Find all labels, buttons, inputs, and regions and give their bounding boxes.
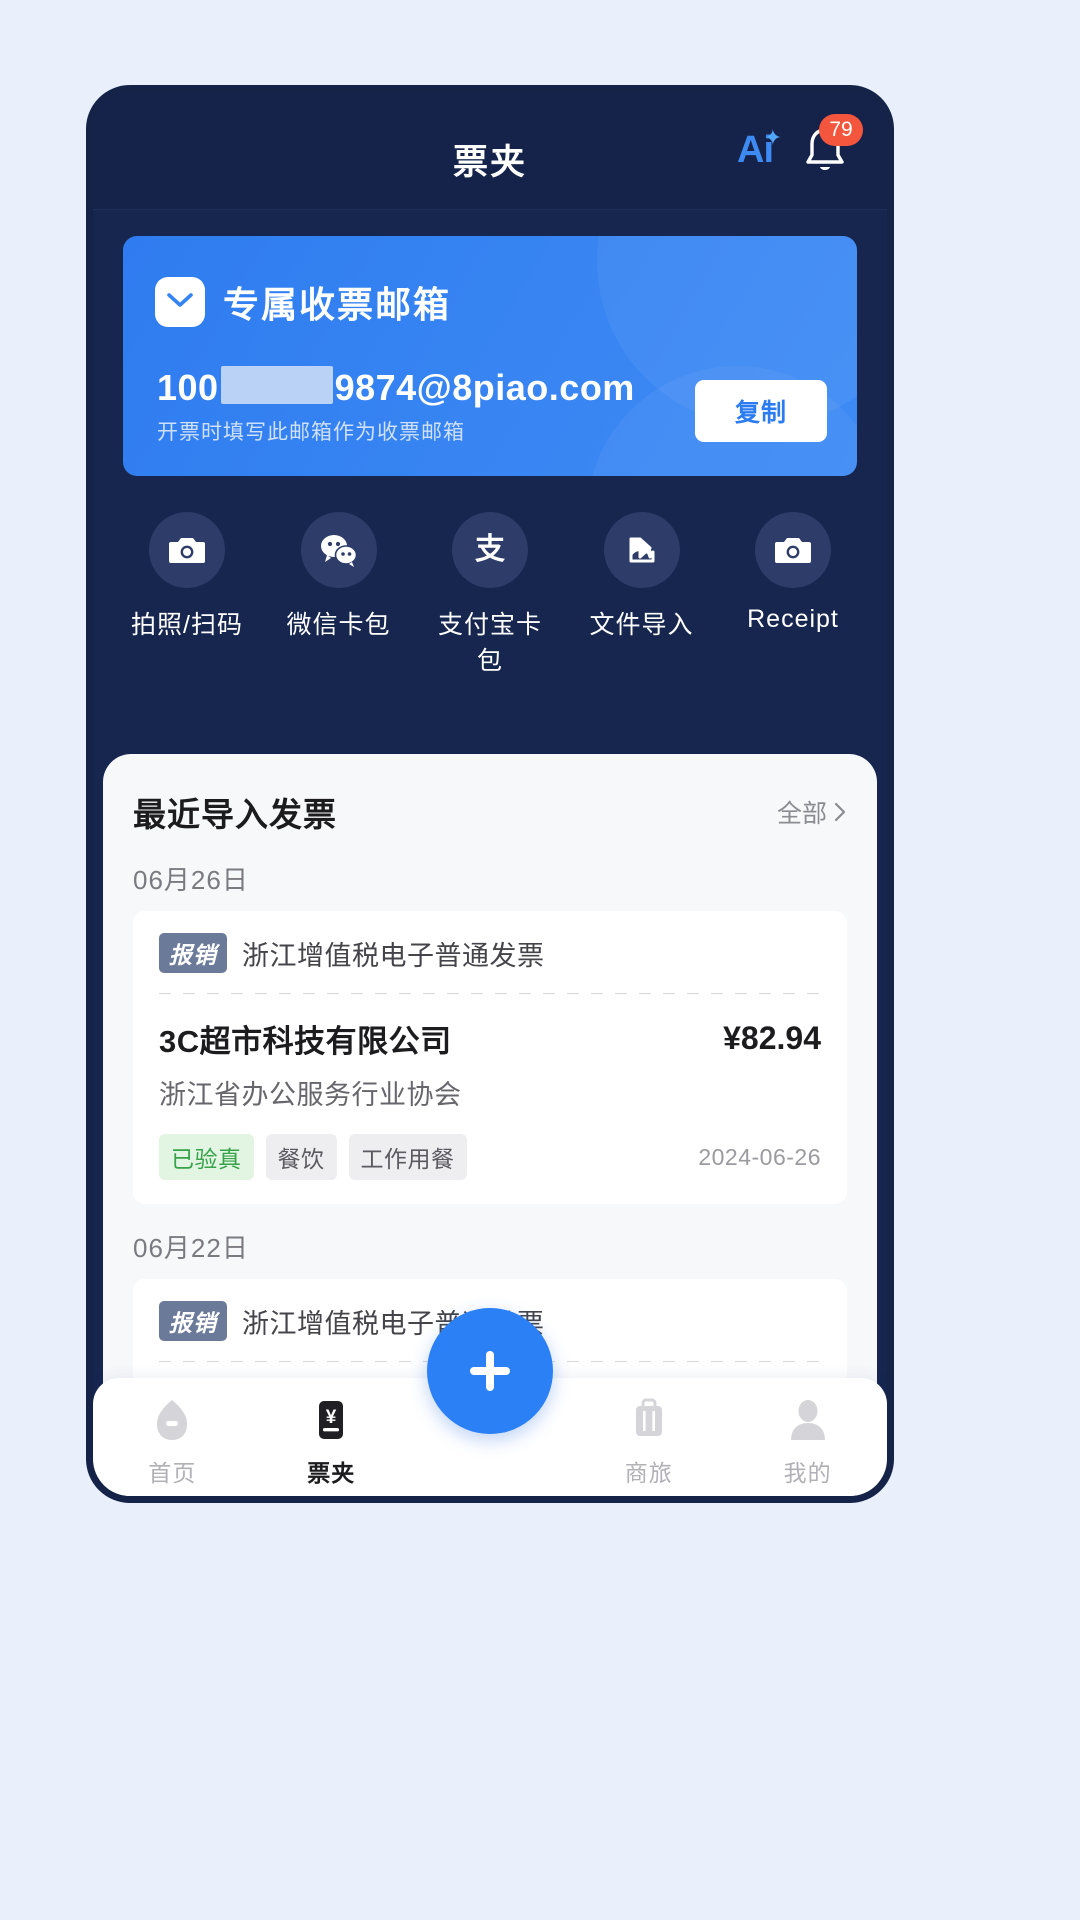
invoice-wallet-icon: ¥ (252, 1394, 411, 1446)
invoice-amount: ¥82.94 (723, 1020, 821, 1056)
status-badge: 报销 (159, 933, 227, 973)
quick-action-alipay[interactable]: 支 支付宝卡包 (430, 512, 550, 677)
copy-email-button[interactable]: 复制 (695, 380, 827, 442)
quick-action-label: 微信卡包 (286, 611, 391, 639)
view-all-label: 全部 (776, 800, 827, 828)
alipay-icon: 支 (452, 512, 528, 588)
section-title: 最近导入发票 (133, 796, 337, 833)
date-group-label: 06月22日 (133, 1233, 249, 1263)
invoice-footer-row: 已验真 餐饮 工作用餐 2024-06-26 (159, 1134, 821, 1180)
app-header: 票夹 Ai ✦ 79 (93, 92, 887, 210)
quick-action-receipt[interactable]: Receipt (733, 512, 853, 677)
header-actions: Ai ✦ 79 (737, 114, 863, 178)
invoice-tags: 已验真 餐饮 工作用餐 (159, 1134, 467, 1180)
recent-invoices-header: 最近导入发票 全部 (103, 754, 877, 836)
svg-text:¥: ¥ (326, 1407, 337, 1428)
email-suffix: 9874@8piao.com (334, 367, 635, 408)
add-invoice-fab[interactable] (427, 1308, 553, 1434)
email-address: 100 9874@8piao.com (157, 362, 635, 409)
luggage-icon (569, 1394, 728, 1446)
file-import-icon (603, 512, 680, 588)
tag-verified: 已验真 (159, 1134, 254, 1180)
quick-action-label: 文件导入 (589, 611, 694, 639)
sparkle-icon: ✦ (763, 124, 782, 150)
home-icon (93, 1394, 252, 1446)
notification-badge: 79 (819, 114, 863, 146)
quick-action-wechat[interactable]: 微信卡包 (279, 512, 399, 677)
phone-frame: 票夹 Ai ✦ 79 专属收票邮箱 100 9874@8piao.com 开票时… (86, 85, 894, 1503)
person-icon (728, 1394, 887, 1446)
tag-category: 餐饮 (265, 1134, 337, 1180)
quick-action-photo-scan[interactable]: 拍照/扫码 (127, 512, 247, 677)
email-prefix: 100 (157, 367, 219, 408)
email-block: 100 9874@8piao.com 开票时填写此邮箱作为收票邮箱 (157, 362, 635, 446)
email-subtitle: 开票时填写此邮箱作为收票邮箱 (157, 421, 465, 444)
notifications-button[interactable]: 79 (799, 114, 863, 178)
ai-assistant-button[interactable]: Ai ✦ (737, 126, 782, 172)
plus-icon (470, 1351, 510, 1391)
invoice-buyer: 浙江省办公服务行业协会 (159, 1080, 462, 1110)
tab-label: 首页 (148, 1460, 197, 1486)
tab-home[interactable]: 首页 (93, 1378, 252, 1488)
quick-action-label: 支付宝卡包 (437, 611, 542, 675)
mail-card-body: 100 9874@8piao.com 开票时填写此邮箱作为收票邮箱 复制 (123, 328, 857, 446)
email-redaction-mask (220, 366, 333, 404)
quick-action-label: Receipt (747, 605, 839, 633)
quick-actions: 拍照/扫码 微信卡包 支 支付宝卡包 文件导入 Receipt (93, 476, 887, 677)
invoice-merchant: 3C超市科技有限公司 (159, 1024, 452, 1059)
dedicated-email-card[interactable]: 专属收票邮箱 100 9874@8piao.com 开票时填写此邮箱作为收票邮箱… (123, 236, 857, 476)
camera-icon (755, 512, 831, 588)
invoice-type: 浙江增值税电子普通发票 (242, 940, 545, 971)
tab-invoice-wallet[interactable]: ¥ 票夹 (252, 1378, 411, 1488)
date-group-label: 06月26日 (133, 865, 249, 895)
camera-icon (149, 512, 225, 588)
mail-card-header: 专属收票邮箱 (123, 236, 857, 328)
invoice-type-row: 报销 浙江增值税电子普通发票 (159, 933, 821, 973)
divider (159, 993, 821, 994)
tab-label: 票夹 (307, 1460, 356, 1486)
status-badge: 报销 (159, 1301, 227, 1341)
invoice-date: 2024-06-26 (698, 1143, 821, 1170)
tab-label: 商旅 (624, 1460, 673, 1486)
view-all-link[interactable]: 全部 (777, 794, 847, 830)
mail-card-title: 专属收票邮箱 (223, 284, 452, 325)
quick-action-label: 拍照/扫码 (131, 611, 243, 639)
wechat-icon (300, 512, 377, 588)
quick-action-file-import[interactable]: 文件导入 (582, 512, 702, 677)
tab-business-travel[interactable]: 商旅 (569, 1378, 728, 1488)
tab-label: 我的 (783, 1460, 832, 1486)
tag-purpose: 工作用餐 (348, 1134, 467, 1180)
chevron-right-icon (834, 802, 846, 822)
envelope-icon (155, 277, 205, 327)
tab-profile[interactable]: 我的 (728, 1378, 887, 1488)
invoice-main-row: 3C超市科技有限公司 ¥82.94 (159, 1016, 821, 1061)
svg-text:支: 支 (475, 533, 505, 566)
invoice-card[interactable]: 报销 浙江增值税电子普通发票 3C超市科技有限公司 ¥82.94 浙江省办公服务… (133, 911, 847, 1204)
